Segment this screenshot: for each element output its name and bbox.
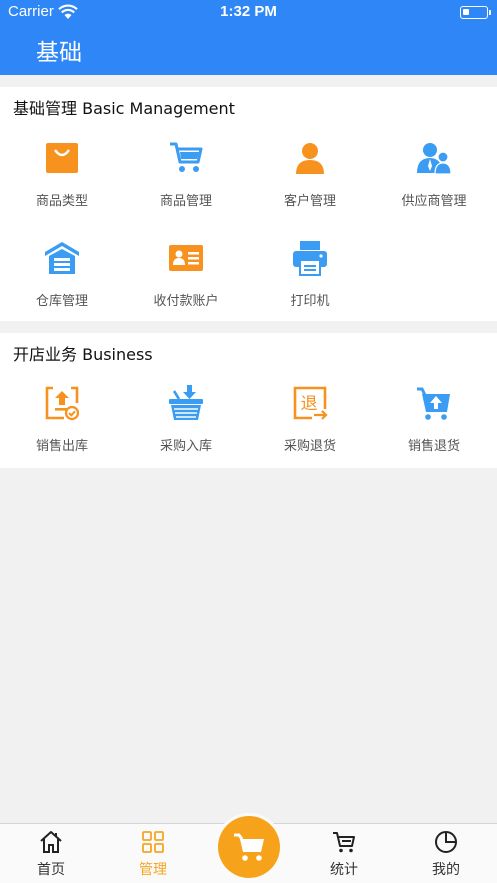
stock-out-icon xyxy=(45,386,80,421)
tile-label: 客户管理 xyxy=(283,194,336,209)
clock: 1:32 PM xyxy=(220,3,277,20)
cart-return-icon xyxy=(417,387,450,420)
basic-management-section: 基础管理 Basic Management 商品类型 商品管理 客户管理 供应商… xyxy=(0,87,497,321)
section-title: 基础管理 Basic Management xyxy=(13,99,235,118)
tab-label: 统计 xyxy=(330,862,358,878)
tile-product-management[interactable]: 商品管理 xyxy=(124,140,248,230)
tile-label: 打印机 xyxy=(290,294,330,309)
warehouse-icon xyxy=(45,242,79,274)
tile-label: 采购退货 xyxy=(283,439,336,454)
tile-payment-accounts[interactable]: 收付款账户 xyxy=(124,240,248,330)
tile-sales-return[interactable]: 销售退货 xyxy=(372,385,496,475)
status-bar: Carrier 1:32 PM xyxy=(0,0,497,26)
grid-icon xyxy=(142,831,164,853)
tile-label: 销售退货 xyxy=(407,439,460,454)
tile-label: 商品类型 xyxy=(35,194,88,209)
tab-home[interactable]: 首页 xyxy=(1,824,101,883)
tab-label: 我的 xyxy=(432,862,460,878)
tile-label: 收付款账户 xyxy=(153,294,219,309)
section-title: 开店业务 Business xyxy=(13,345,153,364)
tile-label: 供应商管理 xyxy=(401,194,467,209)
svg-text:退: 退 xyxy=(301,394,318,414)
tile-label: 销售出库 xyxy=(35,439,88,454)
tile-customer-management[interactable]: 客户管理 xyxy=(248,140,372,230)
home-icon xyxy=(40,831,62,853)
tile-purchase-return[interactable]: 退 采购退货 xyxy=(248,385,372,475)
tab-statistics[interactable]: 统计 xyxy=(294,824,394,883)
cart-icon xyxy=(234,833,264,861)
cart-icon xyxy=(170,142,203,172)
tile-supplier-management[interactable]: 供应商管理 xyxy=(372,140,496,230)
people-icon xyxy=(417,143,452,175)
tab-label: 管理 xyxy=(139,862,167,878)
tab-label: 首页 xyxy=(37,862,65,878)
tab-management[interactable]: 管理 xyxy=(103,824,203,883)
business-section: 开店业务 Business 销售出库 采购入库 退 采购退货 销售退货 xyxy=(0,333,497,468)
shopping-bag-icon xyxy=(46,143,78,173)
return-doc-icon: 退 xyxy=(293,386,328,420)
tile-label: 采购入库 xyxy=(159,439,212,454)
center-cart-button[interactable] xyxy=(218,816,280,878)
navigation-bar: Carrier 1:32 PM 基础 xyxy=(0,0,497,75)
tile-sales-outbound[interactable]: 销售出库 xyxy=(0,385,124,475)
pie-chart-icon xyxy=(435,831,457,853)
printer-icon xyxy=(293,241,327,276)
tile-printer[interactable]: 打印机 xyxy=(248,240,372,330)
tile-product-type[interactable]: 商品类型 xyxy=(0,140,124,230)
person-icon xyxy=(296,143,324,174)
tile-label: 仓库管理 xyxy=(35,294,88,309)
tab-profile[interactable]: 我的 xyxy=(396,824,496,883)
basket-in-icon xyxy=(169,385,203,420)
cart-outline-icon xyxy=(333,832,355,853)
id-card-icon xyxy=(169,245,203,271)
battery-icon xyxy=(460,6,491,19)
page-title: 基础 xyxy=(36,40,82,66)
tile-warehouse-management[interactable]: 仓库管理 xyxy=(0,240,124,330)
tile-label: 商品管理 xyxy=(159,194,212,209)
tile-purchase-inbound[interactable]: 采购入库 xyxy=(124,385,248,475)
